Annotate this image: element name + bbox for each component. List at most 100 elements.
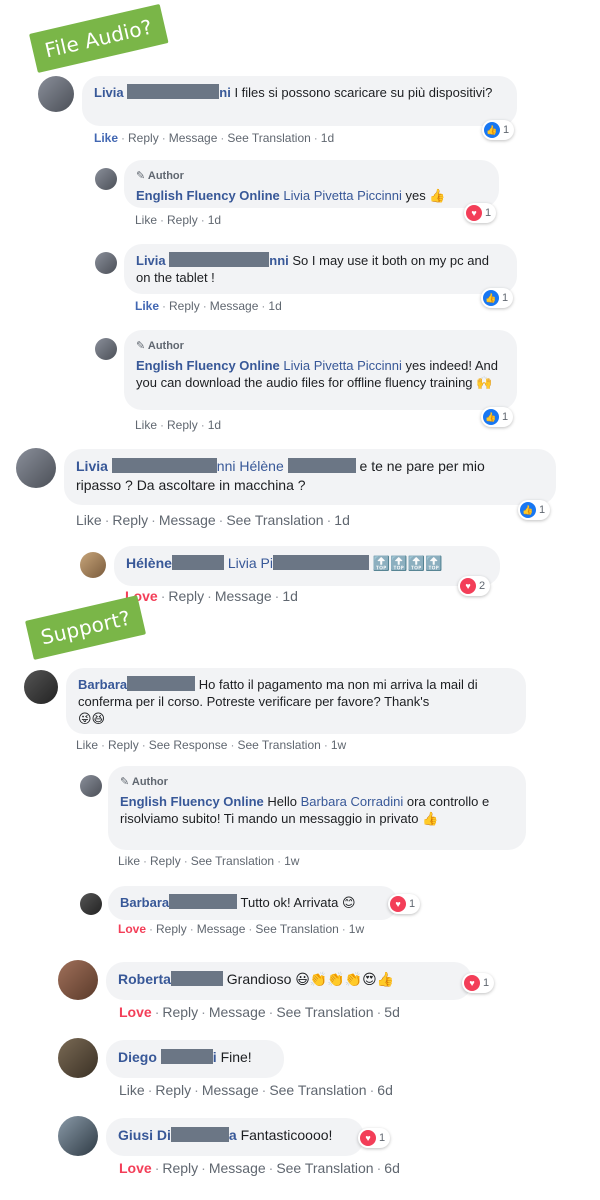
see-translation-link[interactable]: See Translation	[276, 1160, 373, 1176]
timestamp[interactable]: 1d	[268, 299, 281, 313]
see-translation-link[interactable]: See Translation	[276, 1004, 373, 1020]
like-button[interactable]: Like	[135, 299, 159, 313]
commenter-name[interactable]: Barbara	[78, 677, 127, 692]
commenter-name-tail[interactable]: i	[213, 1049, 217, 1065]
love-button[interactable]: Love	[119, 1004, 152, 1020]
avatar[interactable]	[24, 670, 58, 704]
mention-link[interactable]: nni	[217, 458, 236, 474]
like-button[interactable]: Like	[76, 738, 98, 752]
timestamp[interactable]: 1d	[334, 512, 350, 528]
see-translation-link[interactable]: See Translation	[226, 512, 323, 528]
avatar[interactable]	[38, 76, 74, 112]
timestamp[interactable]: 1d	[208, 213, 221, 227]
commenter-name[interactable]: Diego	[118, 1049, 157, 1065]
reply-button[interactable]: Reply	[162, 1004, 198, 1020]
comment-actions: Like · Reply · Message · See Translation · 6d	[119, 1082, 393, 1098]
avatar[interactable]	[58, 1116, 98, 1156]
commenter-name[interactable]: English Fluency Online	[136, 358, 280, 373]
redaction-bar	[111, 458, 217, 473]
message-button[interactable]: Message	[197, 922, 246, 936]
commenter-name[interactable]: English Fluency Online	[120, 794, 264, 809]
timestamp[interactable]: 1w	[349, 922, 364, 936]
message-button[interactable]: Message	[209, 1160, 266, 1176]
reply-button[interactable]: Reply	[156, 922, 187, 936]
commenter-name[interactable]: Livia	[76, 458, 108, 474]
message-button[interactable]: Message	[169, 131, 218, 145]
see-response-link[interactable]: See Response	[149, 738, 228, 752]
reaction-count[interactable]: ♥ 1	[388, 894, 421, 914]
timestamp[interactable]: 1w	[284, 854, 299, 868]
reply-button[interactable]: Reply	[155, 1082, 191, 1098]
timestamp[interactable]: 6d	[384, 1160, 400, 1176]
reply-button[interactable]: Reply	[150, 854, 181, 868]
commenter-name[interactable]: Livia	[94, 85, 124, 100]
avatar[interactable]	[58, 960, 98, 1000]
avatar[interactable]	[16, 448, 56, 488]
see-translation-link[interactable]: See Translation	[269, 1082, 366, 1098]
reaction-count[interactable]: 👍 1	[518, 500, 551, 520]
reaction-count[interactable]: 👍 1	[481, 288, 514, 308]
like-button[interactable]: Like	[135, 418, 157, 432]
reaction-count[interactable]: 👍 1	[482, 120, 515, 140]
message-button[interactable]: Message	[209, 1004, 266, 1020]
commenter-name-tail[interactable]: ni	[219, 85, 231, 100]
avatar[interactable]	[95, 338, 117, 360]
reaction-count[interactable]: ♥ 2	[458, 576, 491, 596]
reply-button[interactable]: Reply	[162, 1160, 198, 1176]
commenter-name-tail[interactable]: nni	[269, 253, 289, 268]
message-button[interactable]: Message	[215, 588, 272, 604]
like-button[interactable]: Like	[94, 131, 118, 145]
commenter-name[interactable]: Livia	[136, 253, 166, 268]
timestamp[interactable]: 1d	[282, 588, 298, 604]
like-button[interactable]: Like	[118, 854, 140, 868]
love-button[interactable]: Love	[119, 1160, 152, 1176]
message-button[interactable]: Message	[202, 1082, 259, 1098]
love-button[interactable]: Love	[118, 922, 146, 936]
reaction-count[interactable]: ♥ 1	[358, 1128, 391, 1148]
avatar[interactable]	[95, 252, 117, 274]
message-button[interactable]: Message	[210, 299, 259, 313]
comment-bubble: Hélène Livia Pi 🔝🔝🔝🔝	[114, 546, 500, 586]
timestamp[interactable]: 1d	[208, 418, 221, 432]
mention-link[interactable]: Livia Pivetta Piccinni	[283, 188, 402, 203]
timestamp[interactable]: 5d	[384, 1004, 400, 1020]
reply-button[interactable]: Reply	[108, 738, 139, 752]
commenter-name-tail[interactable]: a	[229, 1127, 237, 1143]
avatar[interactable]	[95, 168, 117, 190]
avatar[interactable]	[58, 1038, 98, 1078]
mention-link[interactable]: Livia Pi	[228, 555, 273, 571]
reaction-count[interactable]: ♥ 1	[462, 973, 495, 993]
timestamp[interactable]: 1w	[331, 738, 346, 752]
avatar[interactable]	[80, 775, 102, 797]
see-translation-link[interactable]: See Translation	[227, 131, 310, 145]
mention-link[interactable]: Barbara Corradini	[301, 794, 404, 809]
redaction-bar	[170, 1127, 229, 1142]
commenter-name[interactable]: Roberta	[118, 971, 171, 987]
comment-bubble: Barbara Ho fatto il pagamento ma non mi …	[66, 668, 526, 734]
see-translation-link[interactable]: See Translation	[237, 738, 320, 752]
timestamp[interactable]: 1d	[321, 131, 334, 145]
commenter-name[interactable]: Giusi Di	[118, 1127, 171, 1143]
like-button[interactable]: Like	[119, 1082, 145, 1098]
timestamp[interactable]: 6d	[377, 1082, 393, 1098]
reply-button[interactable]: Reply	[128, 131, 159, 145]
avatar[interactable]	[80, 552, 106, 578]
see-translation-link[interactable]: See Translation	[191, 854, 274, 868]
message-button[interactable]: Message	[159, 512, 216, 528]
mention-link[interactable]: Livia Pivetta Piccinni	[283, 358, 402, 373]
reply-button[interactable]: Reply	[112, 512, 148, 528]
reaction-count[interactable]: ♥ 1	[464, 203, 497, 223]
mention-link-helene[interactable]: Hélène	[239, 458, 283, 474]
reply-button[interactable]: Reply	[169, 299, 200, 313]
reply-button[interactable]: Reply	[167, 213, 198, 227]
avatar[interactable]	[80, 893, 102, 915]
reaction-count[interactable]: 👍 1	[481, 407, 514, 427]
like-button[interactable]: Like	[76, 512, 102, 528]
commenter-name[interactable]: English Fluency Online	[136, 188, 280, 203]
like-button[interactable]: Like	[135, 213, 157, 227]
reply-button[interactable]: Reply	[167, 418, 198, 432]
reply-button[interactable]: Reply	[168, 588, 204, 604]
commenter-name[interactable]: Hélène	[126, 555, 172, 571]
commenter-name[interactable]: Barbara	[120, 895, 169, 910]
see-translation-link[interactable]: See Translation	[255, 922, 338, 936]
